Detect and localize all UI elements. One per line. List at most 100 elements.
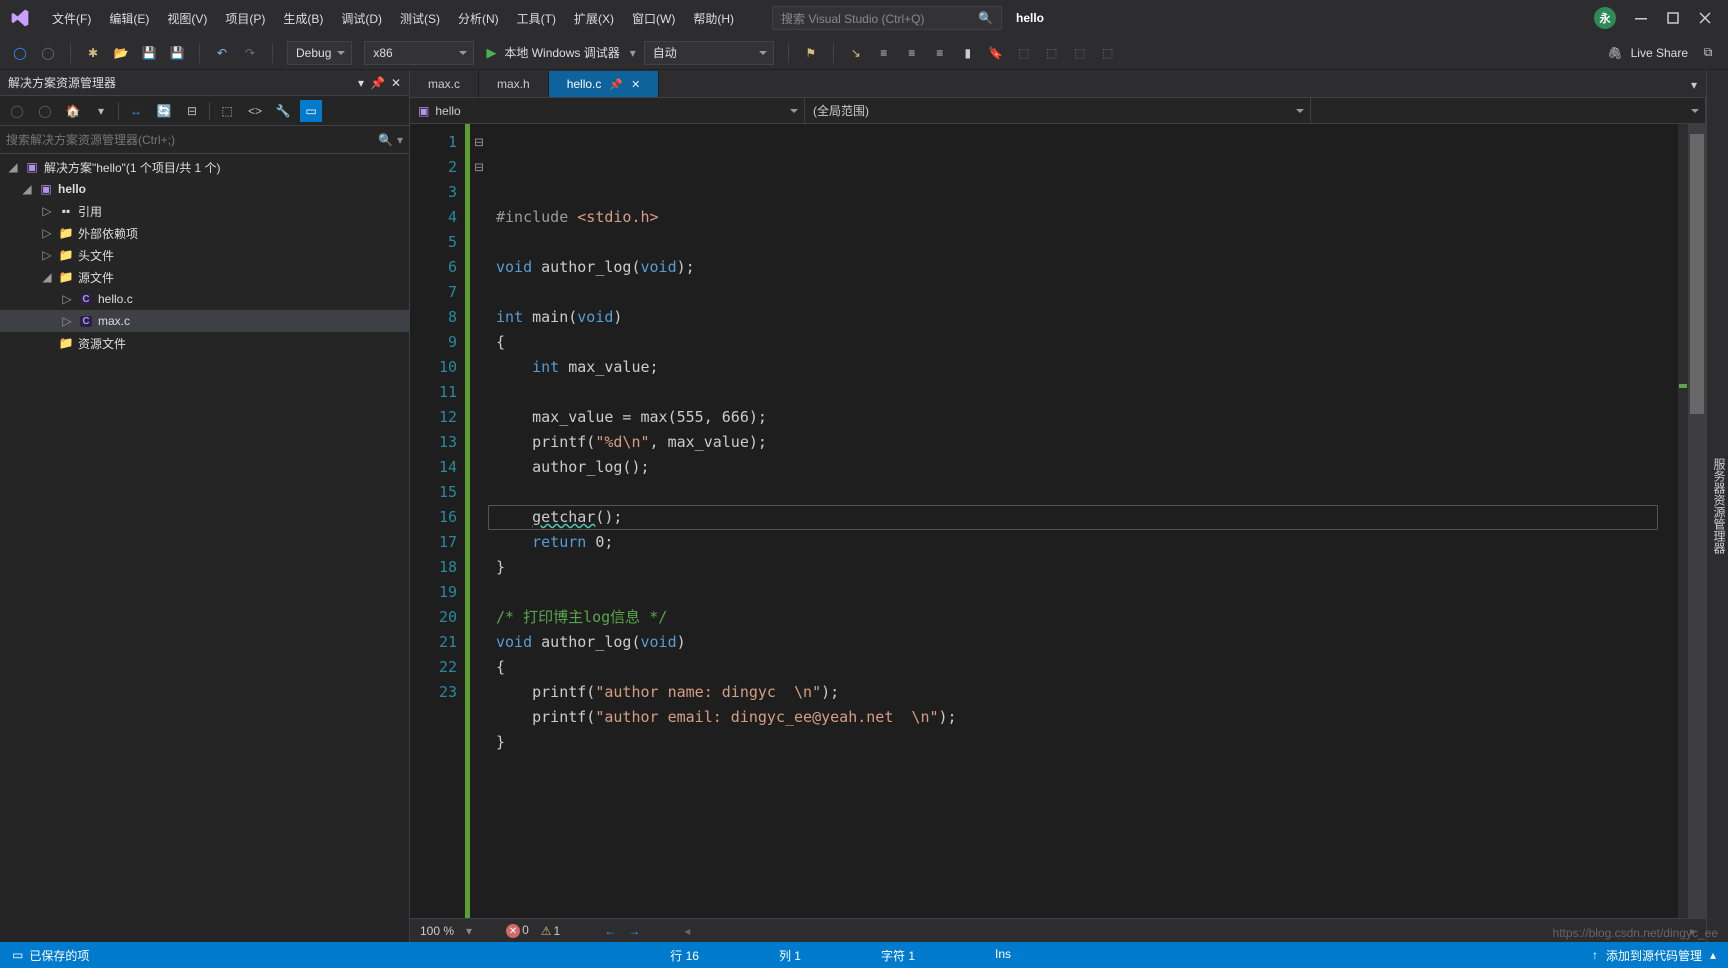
search-vs-input[interactable]: 搜索 Visual Studio (Ctrl+Q) 🔍 <box>772 6 1002 30</box>
publish-icon[interactable]: ↑ <box>1592 948 1598 962</box>
tabs-dropdown-icon[interactable]: ▾ <box>1682 73 1706 97</box>
panel-dropdown-icon[interactable]: ▾ <box>358 76 364 90</box>
menu-debug[interactable]: 调试(D) <box>333 6 390 31</box>
menu-file[interactable]: 文件(F) <box>44 6 99 31</box>
tab-max-h[interactable]: max.h <box>479 71 549 97</box>
close-icon[interactable]: ✕ <box>631 78 640 91</box>
tree-label: hello <box>58 182 86 196</box>
exp-refresh-icon[interactable]: 🔄 <box>153 100 175 122</box>
h-scroll-left-icon[interactable]: ◂ <box>684 924 690 938</box>
minimize-button[interactable] <box>1634 11 1648 25</box>
panel-pin-icon[interactable]: 📌 <box>370 76 385 90</box>
nav-scope-combo[interactable]: (全局范围) <box>805 98 1311 123</box>
exp-collapse-icon[interactable]: ⊟ <box>181 100 203 122</box>
tool-icon-c[interactable]: ⬚ <box>1068 41 1092 65</box>
step-over-icon[interactable]: ≡ <box>872 41 896 65</box>
menu-help[interactable]: 帮助(H) <box>685 6 742 31</box>
fold-column[interactable]: ⊟⊟ <box>470 124 488 918</box>
live-share-label[interactable]: Live Share <box>1631 46 1688 60</box>
indent-out-icon[interactable]: ≡ <box>900 41 924 65</box>
run-label[interactable]: 本地 Windows 调试器 <box>504 44 619 61</box>
current-line-highlight <box>488 505 1658 530</box>
exp-sync-icon[interactable]: ↔ <box>125 100 147 122</box>
menu-build[interactable]: 生成(B) <box>275 6 331 31</box>
tree-solution[interactable]: ◢▣ 解决方案"hello"(1 个项目/共 1 个) <box>0 156 409 178</box>
undo-icon[interactable]: ↶ <box>210 41 234 65</box>
avatar[interactable]: 永 <box>1594 7 1616 29</box>
live-share-icon[interactable]: 🖇 <box>1607 46 1622 60</box>
tree-references[interactable]: ▷▪▪ 引用 <box>0 200 409 222</box>
menu-edit[interactable]: 编辑(E) <box>101 6 157 31</box>
tree-src-max[interactable]: ▷C max.c <box>0 310 409 332</box>
vertical-scrollbar[interactable] <box>1688 124 1706 918</box>
tree-external-deps[interactable]: ▷📁 外部依赖项 <box>0 222 409 244</box>
exp-showall-icon[interactable]: ⬚ <box>216 100 238 122</box>
exp-fwd-icon[interactable]: ◯ <box>34 100 56 122</box>
nav-project-combo[interactable]: ▣ hello <box>410 98 805 123</box>
pin-icon[interactable]: 📌 <box>609 78 623 91</box>
tree-headers[interactable]: ▷📁 头文件 <box>0 244 409 266</box>
exp-properties-icon[interactable]: 🔧 <box>272 100 294 122</box>
panel-close-icon[interactable]: ✕ <box>391 76 401 90</box>
error-count[interactable]: ✕0 <box>506 923 529 939</box>
new-item-icon[interactable]: ✱ <box>81 41 105 65</box>
menu-project[interactable]: 项目(P) <box>217 6 273 31</box>
open-icon[interactable]: 📂 <box>109 41 133 65</box>
tool-icon-1[interactable]: ⚑ <box>799 41 823 65</box>
tool-icon-a[interactable]: ⬚ <box>1012 41 1036 65</box>
tree-sources[interactable]: ◢📁 源文件 <box>0 266 409 288</box>
auto-combo[interactable]: 自动 <box>644 41 774 65</box>
tab-max-c[interactable]: max.c <box>410 71 479 97</box>
menu-window[interactable]: 窗口(W) <box>624 6 683 31</box>
menu-analyze[interactable]: 分析(N) <box>450 6 507 31</box>
save-icon[interactable]: 💾 <box>137 41 161 65</box>
nav-member-combo[interactable] <box>1311 98 1706 123</box>
menu-tools[interactable]: 工具(T) <box>509 6 564 31</box>
warning-count[interactable]: ⚠1 <box>541 924 560 938</box>
close-button[interactable] <box>1698 11 1712 25</box>
code-editor[interactable]: 1234567891011121314151617181920212223 ⊟⊟… <box>410 124 1706 918</box>
indent-in-icon[interactable]: ≡ <box>928 41 952 65</box>
tool-icon-d[interactable]: ⬚ <box>1096 41 1120 65</box>
exp-view-icon[interactable]: ▾ <box>90 100 112 122</box>
prev-issue-icon[interactable]: ← <box>604 924 616 938</box>
chevron-up-icon[interactable]: ▴ <box>1710 948 1716 962</box>
save-all-icon[interactable]: 💾 <box>165 41 189 65</box>
overview-ruler[interactable] <box>1678 124 1688 918</box>
explorer-search[interactable]: 🔍 ▾ <box>0 126 409 154</box>
search-icon: 🔍 <box>378 133 393 147</box>
menubar: 文件(F) 编辑(E) 视图(V) 项目(P) 生成(B) 调试(D) 测试(S… <box>44 6 742 31</box>
code-body[interactable]: #include <stdio.h> void author_log(void)… <box>488 124 1678 918</box>
exp-preview-icon[interactable]: ▭ <box>300 100 322 122</box>
menu-test[interactable]: 测试(S) <box>392 6 448 31</box>
tree-label: hello.c <box>98 292 133 306</box>
explorer-toolbar: ◯ ◯ 🏠 ▾ ↔ 🔄 ⊟ ⬚ <> 🔧 ▭ <box>0 96 409 126</box>
menu-extensions[interactable]: 扩展(X) <box>566 6 622 31</box>
bookmark-icon[interactable]: 🔖 <box>984 41 1008 65</box>
step-in-icon[interactable]: ↘ <box>844 41 868 65</box>
explorer-search-input[interactable] <box>6 133 378 147</box>
exp-code-icon[interactable]: <> <box>244 100 266 122</box>
tree-project[interactable]: ◢▣ hello <box>0 178 409 200</box>
tool-icon-b[interactable]: ⬚ <box>1040 41 1064 65</box>
solution-explorer: 解决方案资源管理器 ▾ 📌 ✕ ◯ ◯ 🏠 ▾ ↔ 🔄 ⊟ ⬚ <> 🔧 ▭ 🔍 <box>0 70 410 942</box>
comment-icon[interactable]: ▮ <box>956 41 980 65</box>
zoom-label[interactable]: 100 % <box>420 924 454 938</box>
play-icon[interactable]: ▶ <box>486 45 496 61</box>
exp-home-icon[interactable]: 🏠 <box>62 100 84 122</box>
redo-icon[interactable]: ↷ <box>238 41 262 65</box>
rail-server-explorer[interactable]: 服务器资源管理器 <box>1711 458 1728 554</box>
tab-hello-c[interactable]: hello.c 📌 ✕ <box>549 71 660 97</box>
nav-back-icon[interactable]: ◯ <box>8 41 32 65</box>
tree-src-hello[interactable]: ▷C hello.c <box>0 288 409 310</box>
menu-view[interactable]: 视图(V) <box>159 6 215 31</box>
exp-back-icon[interactable]: ◯ <box>6 100 28 122</box>
next-issue-icon[interactable]: → <box>628 924 640 938</box>
maximize-button[interactable] <box>1666 11 1680 25</box>
config-combo[interactable]: Debug <box>287 41 352 65</box>
tree-resources[interactable]: 📁 资源文件 <box>0 332 409 354</box>
status-source-control[interactable]: 添加到源代码管理 <box>1606 947 1702 964</box>
platform-combo[interactable]: x86 <box>364 41 474 65</box>
zoom-dropdown-icon[interactable]: ▾ <box>466 924 472 938</box>
feedback-icon[interactable]: ⧉ <box>1696 41 1720 65</box>
